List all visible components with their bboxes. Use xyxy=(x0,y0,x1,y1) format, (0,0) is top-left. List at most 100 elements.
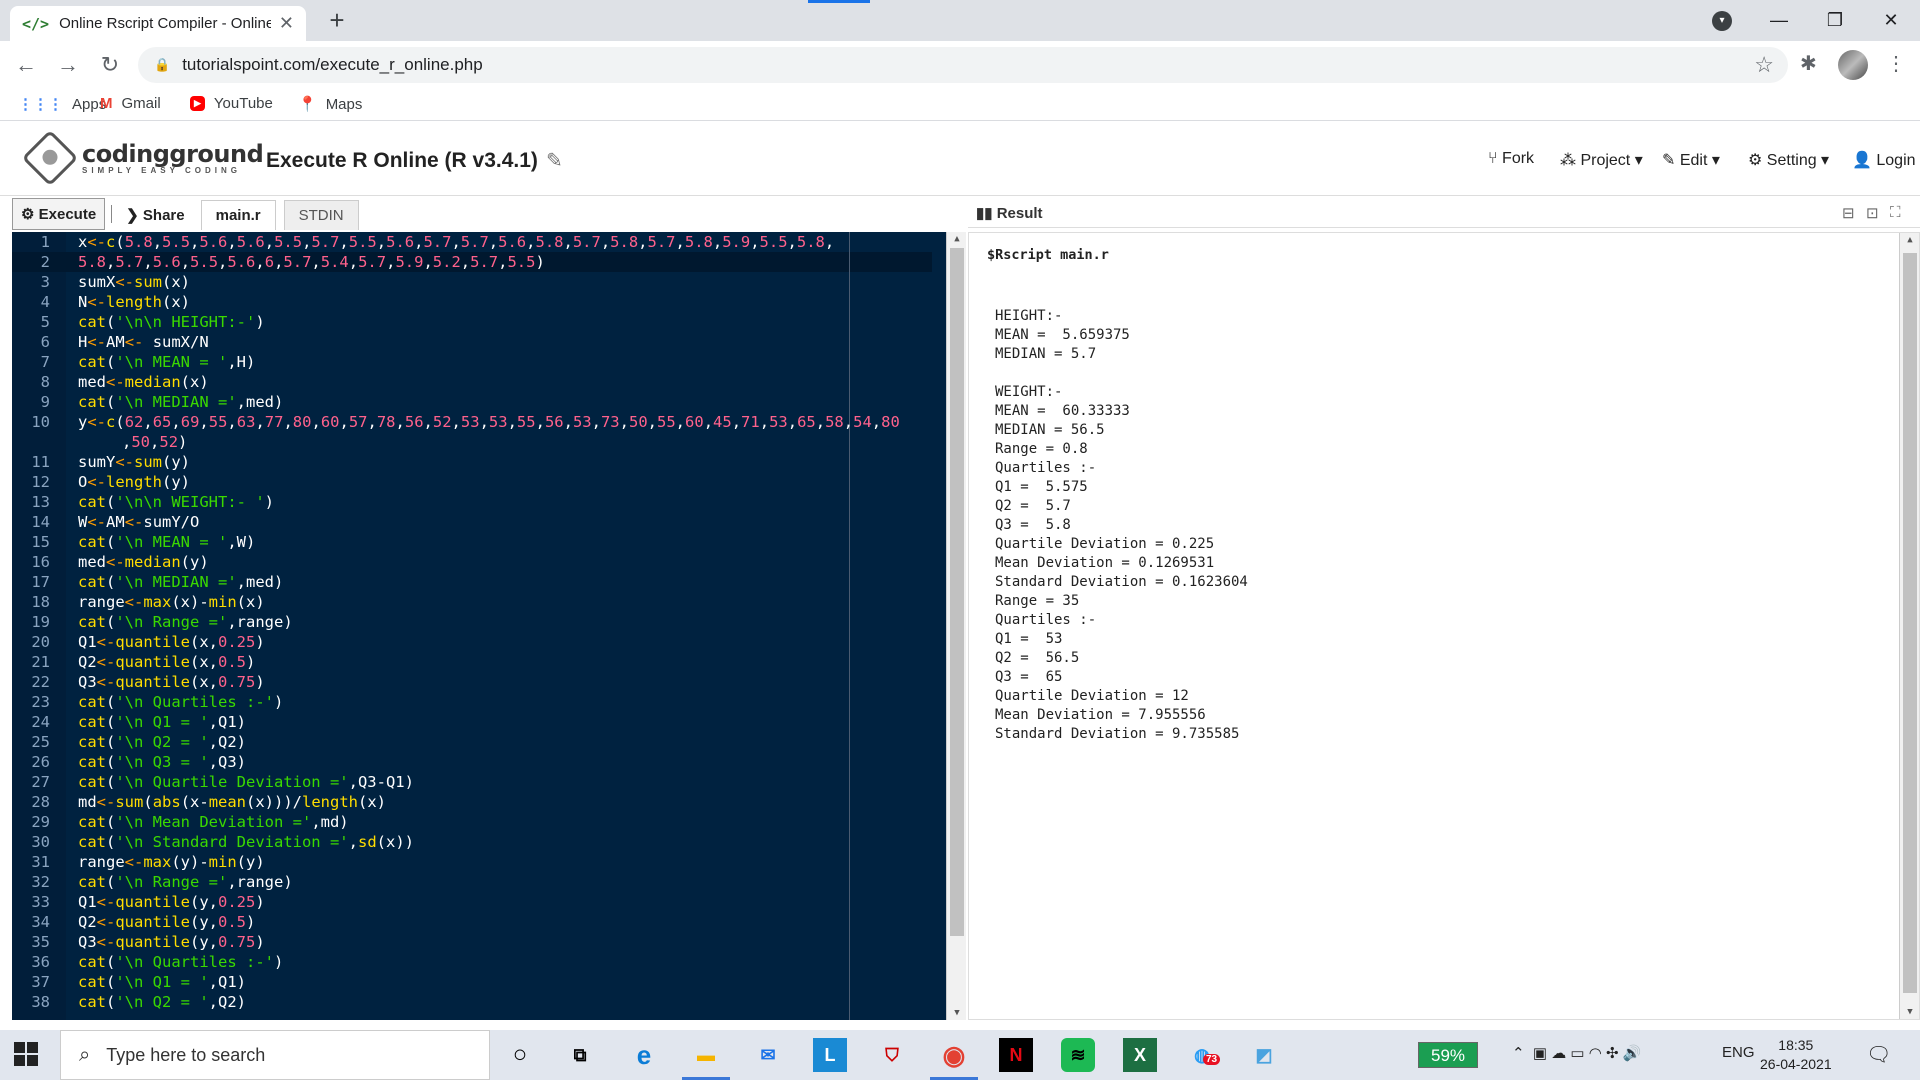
notifications-icon[interactable]: 🗨 xyxy=(1866,1042,1891,1067)
login-button[interactable]: 👤 Login xyxy=(1852,150,1916,170)
code-line[interactable]: 19 cat('\n Range =',range) xyxy=(12,612,292,632)
editor-scrollbar[interactable]: ▲ ▼ xyxy=(946,232,966,1020)
bookmark-maps[interactable]: 📍 Maps xyxy=(298,95,362,114)
code-line[interactable]: ,50,52) xyxy=(12,432,187,452)
code-line[interactable]: 5 cat('\n\n HEIGHT:-') xyxy=(12,312,265,332)
battery-indicator[interactable]: 59% xyxy=(1418,1042,1478,1068)
l-app-icon[interactable]: L xyxy=(813,1038,847,1072)
spotify-icon[interactable]: ≋ xyxy=(1061,1038,1095,1072)
mcafee-icon[interactable]: ⛉ xyxy=(875,1038,909,1072)
code-line[interactable]: 15 cat('\n MEAN = ',W) xyxy=(12,532,255,552)
code-line[interactable]: 6 H<-AM<- sumX/N xyxy=(12,332,209,352)
code-line[interactable]: 18 range<-max(x)-min(x) xyxy=(12,592,264,612)
edge-icon[interactable]: e xyxy=(627,1038,661,1072)
scrollbar-thumb[interactable] xyxy=(950,248,964,936)
system-clock[interactable]: 18:35 26-04-2021 xyxy=(1760,1036,1832,1074)
tray-icons[interactable]: ⌃ ▣ ☁ ▭ ◠ ✣ 🔊 xyxy=(1512,1044,1641,1062)
chrome-icon[interactable]: ◉ xyxy=(937,1038,971,1072)
code-line[interactable]: 26 cat('\n Q3 = ',Q3) xyxy=(12,752,246,772)
tab-main-r[interactable]: main.r xyxy=(200,200,276,230)
code-line[interactable]: 8 med<-median(x) xyxy=(12,372,209,392)
code-line[interactable]: 24 cat('\n Q1 = ',Q1) xyxy=(12,712,246,732)
fullscreen-icon[interactable]: ⛶ xyxy=(1890,204,1901,221)
code-line[interactable]: 14 W<-AM<-sumY/O xyxy=(12,512,199,532)
excel-icon[interactable]: X xyxy=(1123,1038,1157,1072)
code-line[interactable]: 22 Q3<-quantile(x,0.75) xyxy=(12,672,264,692)
task-view-icon[interactable]: ⧉ xyxy=(563,1038,597,1072)
scroll-up-arrow-icon[interactable]: ▲ xyxy=(1900,235,1920,245)
codingground-logo[interactable]: codingground SIMPLY EASY CODING xyxy=(21,129,264,187)
scroll-down-arrow-icon[interactable]: ▼ xyxy=(947,1008,966,1018)
back-arrow-icon[interactable]: ← xyxy=(12,51,40,79)
code-line[interactable]: 29 cat('\n Mean Deviation =',md) xyxy=(12,812,348,832)
reload-icon[interactable]: ↻ xyxy=(96,51,124,79)
code-line[interactable]: 27 cat('\n Quartile Deviation =',Q3-Q1) xyxy=(12,772,414,792)
cortana-icon[interactable]: ○ xyxy=(503,1038,537,1072)
tab-search-icon[interactable]: ▾ xyxy=(1712,11,1732,31)
tab-stdin[interactable]: STDIN xyxy=(283,200,359,230)
close-window-button[interactable]: ✕ xyxy=(1868,2,1914,38)
edit-menu[interactable]: ✎ Edit ▾ xyxy=(1662,150,1720,170)
code-line[interactable]: 23 cat('\n Quartiles :-') xyxy=(12,692,283,712)
code-line[interactable]: 11 sumY<-sum(y) xyxy=(12,452,190,472)
code-line[interactable]: 3 sumX<-sum(x) xyxy=(12,272,190,292)
browser-menu-icon[interactable]: ⋮ xyxy=(1886,51,1906,76)
fork-button[interactable]: ⑂ Fork xyxy=(1488,150,1534,168)
messaging-app-icon[interactable]: ◍ 73 xyxy=(1185,1038,1221,1072)
bookmark-star-icon[interactable]: ☆ xyxy=(1754,52,1774,78)
scrollbar-thumb[interactable] xyxy=(1903,253,1917,993)
browser-tab[interactable]: </> Online Rscript Compiler - Online ✕ xyxy=(10,6,306,41)
code-line[interactable]: 33 Q1<-quantile(y,0.25) xyxy=(12,892,264,912)
code-line[interactable]: 28 md<-sum(abs(x-mean(x)))/length(x) xyxy=(12,792,386,812)
share-button[interactable]: ❯ Share xyxy=(118,200,192,230)
code-editor[interactable]: 1 x<-c(5.8,5.5,5.6,5.6,5.5,5.7,5.5,5.6,5.… xyxy=(12,232,966,1020)
code-line[interactable]: 4 N<-length(x) xyxy=(12,292,190,312)
code-line[interactable]: 31 range<-max(y)-min(y) xyxy=(12,852,264,872)
project-menu[interactable]: ⁂ Project ▾ xyxy=(1560,150,1643,170)
file-explorer-icon[interactable]: ▬ xyxy=(689,1038,723,1072)
minimize-button[interactable]: — xyxy=(1756,2,1802,38)
restore-icon[interactable]: ⊡ xyxy=(1866,204,1879,222)
bookmark-youtube[interactable]: ▶ YouTube xyxy=(190,95,273,112)
bookmark-gmail[interactable]: M Gmail xyxy=(100,95,161,112)
code-line[interactable]: 13 cat('\n\n WEIGHT:- ') xyxy=(12,492,274,512)
code-line[interactable]: 10 y<-c(62,65,69,55,63,77,80,60,57,78,56,… xyxy=(12,412,899,432)
netflix-icon[interactable]: N xyxy=(999,1038,1033,1072)
extensions-puzzle-icon[interactable]: ✱ xyxy=(1800,51,1817,76)
code-line[interactable]: 30 cat('\n Standard Deviation =',sd(x)) xyxy=(12,832,414,852)
code-line[interactable]: 7 cat('\n MEAN = ',H) xyxy=(12,352,256,372)
code-line[interactable]: 34 Q2<-quantile(y,0.5) xyxy=(12,912,255,932)
profile-avatar[interactable] xyxy=(1838,50,1868,80)
windows-start-icon[interactable] xyxy=(14,1042,40,1068)
setting-menu[interactable]: ⚙ Setting ▾ xyxy=(1748,150,1829,170)
scroll-up-arrow-icon[interactable]: ▲ xyxy=(947,234,966,244)
address-bar[interactable]: 🔒 tutorialspoint.com/execute_r_online.ph… xyxy=(138,47,1788,83)
code-line[interactable]: 36 cat('\n Quartiles :-') xyxy=(12,952,283,972)
code-line[interactable]: 35 Q3<-quantile(y,0.75) xyxy=(12,932,264,952)
code-line[interactable]: 1 x<-c(5.8,5.5,5.6,5.6,5.5,5.7,5.5,5.6,5.… xyxy=(12,232,835,252)
code-line[interactable]: 2 5.8,5.7,5.6,5.5,5.6,6,5.7,5.4,5.7,5.9,5… xyxy=(12,252,545,272)
code-line[interactable]: 38 cat('\n Q2 = ',Q2) xyxy=(12,992,246,1012)
collapse-icon[interactable]: ⊟ xyxy=(1842,204,1855,222)
execute-button[interactable]: ⚙ Execute xyxy=(12,198,106,230)
pinned-app-icon[interactable]: ◩ xyxy=(1247,1038,1281,1072)
code-line[interactable]: 17 cat('\n MEDIAN =',med) xyxy=(12,572,283,592)
code-line[interactable]: 20 Q1<-quantile(x,0.25) xyxy=(12,632,264,652)
forward-arrow-icon[interactable]: → xyxy=(54,51,82,79)
code-line[interactable]: 25 cat('\n Q2 = ',Q2) xyxy=(12,732,246,752)
code-line[interactable]: 12 O<-length(y) xyxy=(12,472,190,492)
edit-title-icon[interactable]: ✎ xyxy=(546,150,563,172)
bookmark-apps[interactable]: ⋮⋮⋮ Apps xyxy=(18,95,106,114)
code-line[interactable]: 32 cat('\n Range =',range) xyxy=(12,872,292,892)
taskbar-search-box[interactable]: ⌕ Type here to search xyxy=(60,1030,490,1080)
new-tab-button[interactable]: + xyxy=(322,6,352,36)
code-line[interactable]: 21 Q2<-quantile(x,0.5) xyxy=(12,652,255,672)
mail-icon[interactable]: ✉ xyxy=(751,1038,785,1072)
close-tab-icon[interactable]: ✕ xyxy=(279,13,294,34)
code-line[interactable]: 9 cat('\n MEDIAN =',med) xyxy=(12,392,284,412)
maximize-button[interactable]: ❐ xyxy=(1812,2,1858,38)
code-line[interactable]: 37 cat('\n Q1 = ',Q1) xyxy=(12,972,246,992)
scroll-down-arrow-icon[interactable]: ▼ xyxy=(1900,1007,1920,1017)
result-scrollbar[interactable]: ▲ ▼ xyxy=(1899,233,1919,1019)
code-line[interactable]: 16 med<-median(y) xyxy=(12,552,208,572)
